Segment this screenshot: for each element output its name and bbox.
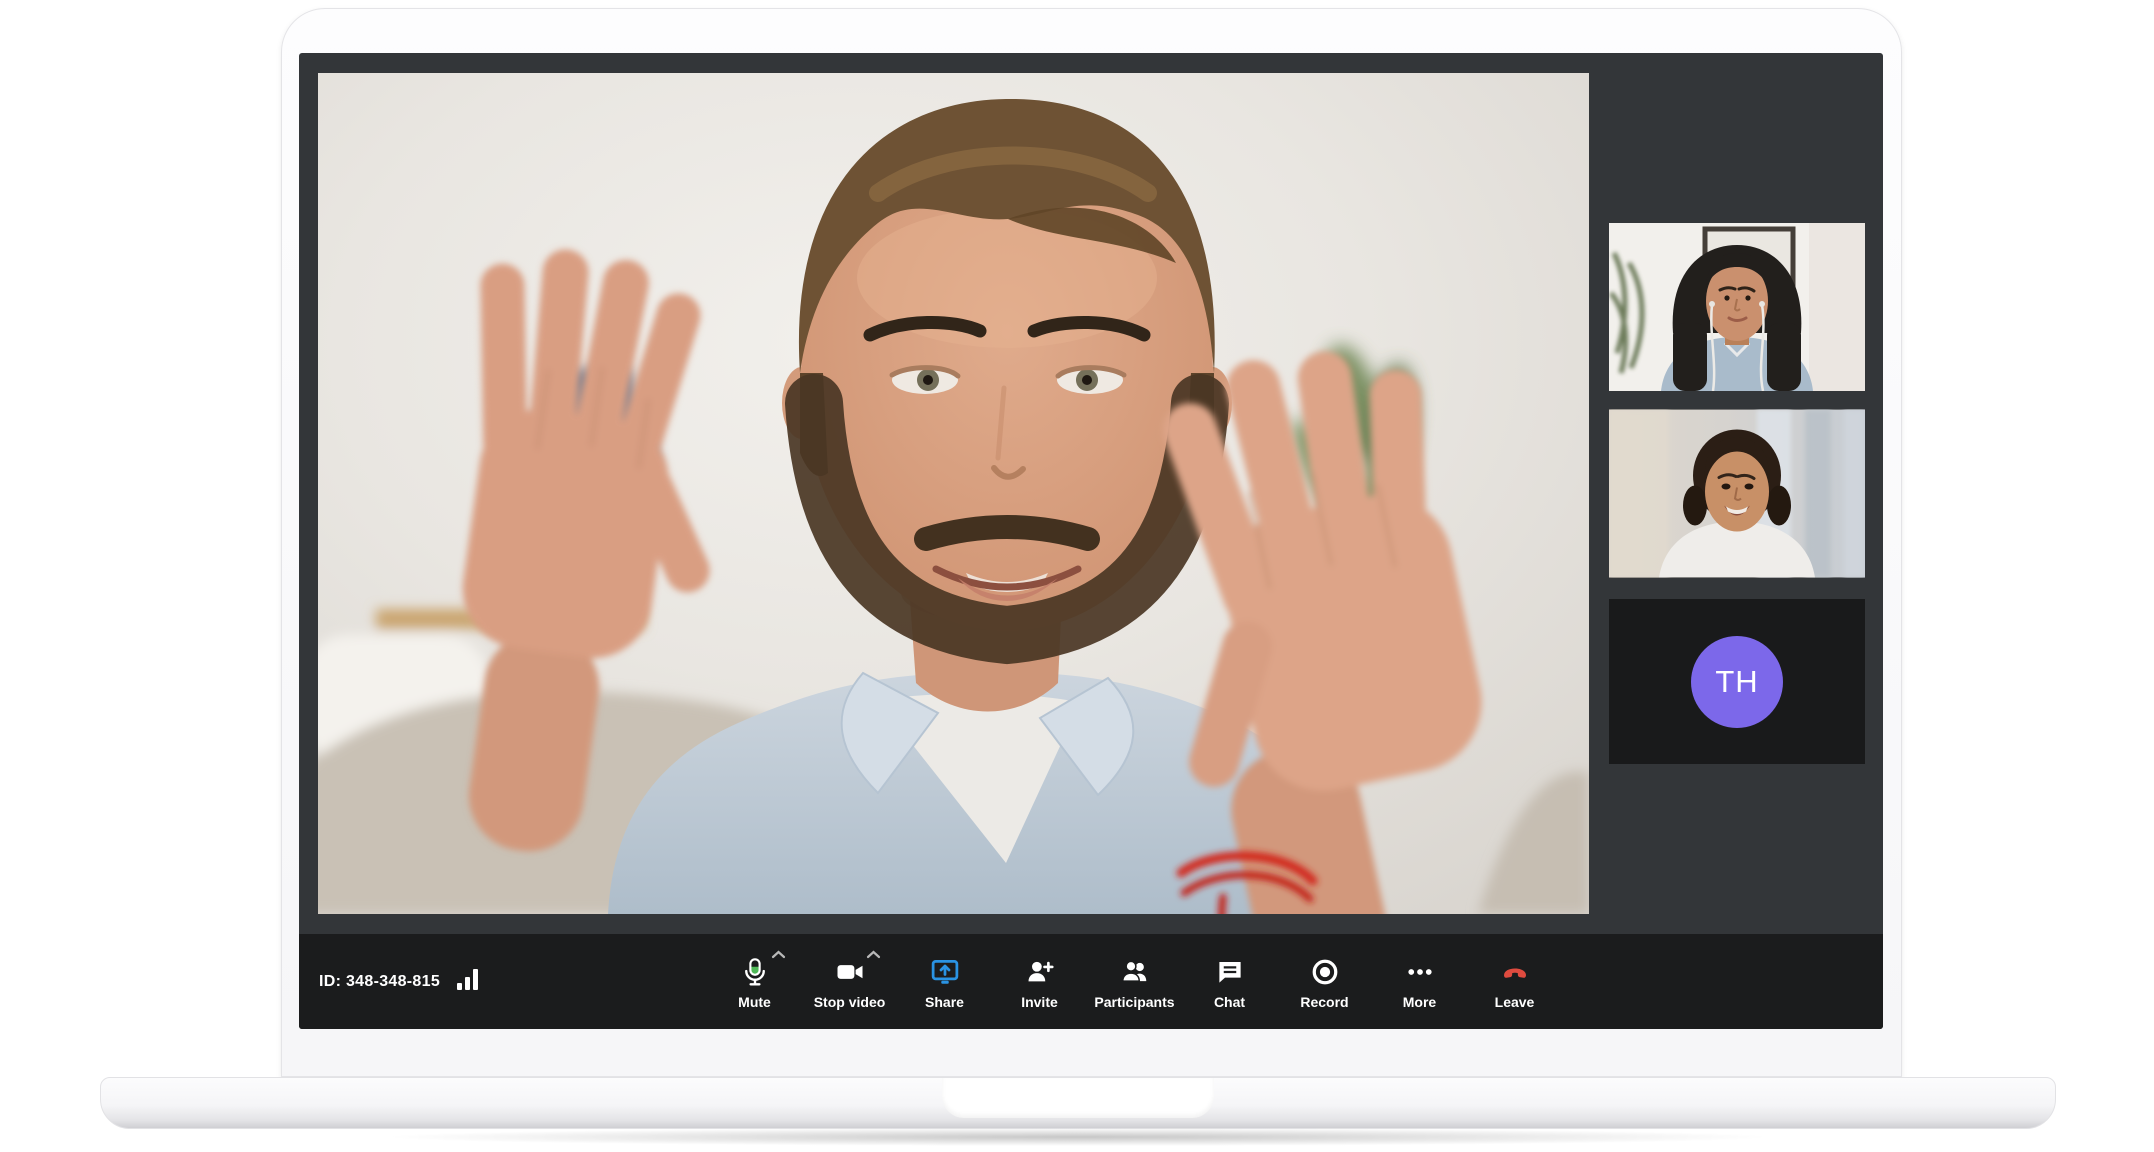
page: TH ID: 348-348-815 bbox=[0, 0, 2154, 1152]
microphone-icon bbox=[740, 955, 770, 987]
invite-label: Invite bbox=[1021, 995, 1058, 1009]
more-button[interactable]: More bbox=[1372, 934, 1467, 1029]
more-label: More bbox=[1403, 995, 1436, 1009]
chat-button[interactable]: Chat bbox=[1182, 934, 1277, 1029]
participant-video-woman-2 bbox=[1609, 409, 1865, 578]
participants-button[interactable]: Participants bbox=[1087, 934, 1182, 1029]
share-screen-icon bbox=[930, 955, 960, 987]
leave-label: Leave bbox=[1495, 995, 1535, 1009]
laptop-base-notch bbox=[942, 1078, 1214, 1118]
mute-options-caret-icon[interactable] bbox=[771, 946, 786, 964]
laptop-shadow bbox=[90, 1124, 2066, 1150]
signal-strength-icon bbox=[457, 969, 480, 995]
stop-video-options-caret-icon[interactable] bbox=[866, 946, 881, 964]
laptop-frame: TH ID: 348-348-815 bbox=[281, 8, 1902, 1077]
laptop-base bbox=[100, 1077, 2056, 1129]
share-button[interactable]: Share bbox=[897, 934, 992, 1029]
meeting-id-block: ID: 348-348-815 bbox=[319, 934, 480, 1029]
participants-label: Participants bbox=[1094, 995, 1174, 1009]
leave-call-icon bbox=[1500, 955, 1530, 987]
meeting-id: ID: 348-348-815 bbox=[319, 973, 440, 991]
more-dots-icon bbox=[1405, 955, 1435, 987]
meeting-toolbar: ID: 348-348-815 bbox=[299, 934, 1883, 1029]
mute-button[interactable]: Mute bbox=[707, 934, 802, 1029]
chat-label: Chat bbox=[1214, 995, 1245, 1009]
stop-video-label: Stop video bbox=[814, 995, 886, 1009]
record-icon bbox=[1310, 955, 1340, 987]
participants-icon bbox=[1120, 955, 1150, 987]
avatar-initials: TH bbox=[1715, 664, 1758, 700]
chat-icon bbox=[1215, 955, 1245, 987]
leave-button[interactable]: Leave bbox=[1467, 934, 1562, 1029]
avatar: TH bbox=[1691, 636, 1783, 728]
main-video-feed bbox=[318, 73, 1589, 914]
toolbar-buttons: Mute Stop video bbox=[707, 934, 1562, 1029]
participant-video-woman-1 bbox=[1609, 223, 1865, 391]
invite-person-icon bbox=[1025, 955, 1055, 987]
record-button[interactable]: Record bbox=[1277, 934, 1372, 1029]
video-camera-icon bbox=[835, 955, 865, 987]
meeting-app-screen: TH ID: 348-348-815 bbox=[299, 53, 1883, 1029]
invite-button[interactable]: Invite bbox=[992, 934, 1087, 1029]
stop-video-button[interactable]: Stop video bbox=[802, 934, 897, 1029]
participant-thumbnail-1[interactable] bbox=[1609, 223, 1865, 391]
participant-thumbnail-2[interactable] bbox=[1609, 409, 1865, 578]
share-label: Share bbox=[925, 995, 964, 1009]
participant-avatar-tile[interactable]: TH bbox=[1609, 599, 1865, 764]
participant-video-man bbox=[318, 73, 1589, 914]
record-label: Record bbox=[1300, 995, 1348, 1009]
mute-label: Mute bbox=[738, 995, 771, 1009]
